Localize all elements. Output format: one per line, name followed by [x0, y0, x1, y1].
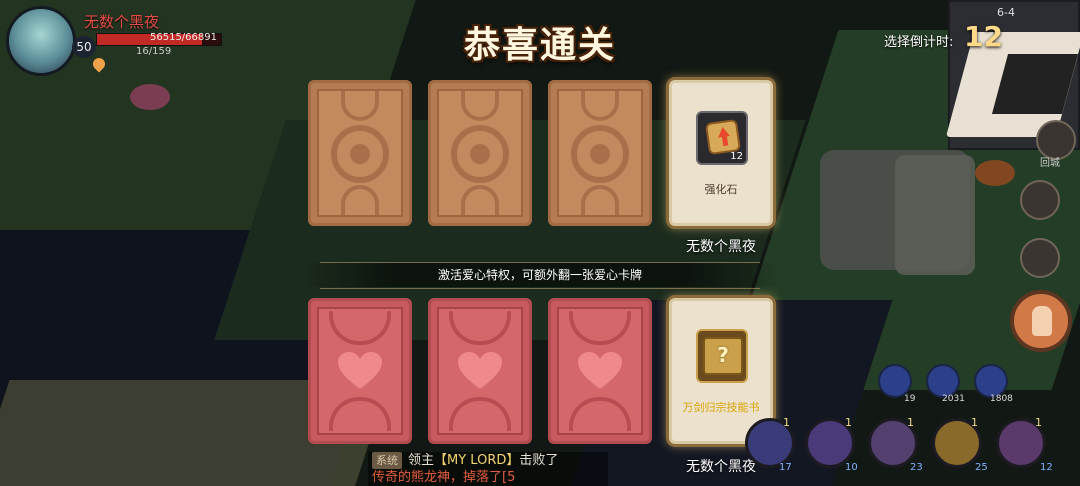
eye-icon: [451, 125, 509, 183]
skill-count: 10: [845, 462, 858, 473]
hand-icon: [1032, 306, 1052, 336]
flip-card-heart[interactable]: [548, 298, 652, 444]
enhance-stone-icon: [704, 118, 742, 156]
card-pattern: [569, 397, 631, 431]
potion-slot[interactable]: [926, 364, 960, 398]
revealed-card-normal[interactable]: 12 强化石: [669, 80, 773, 226]
chat-text: 击败了: [519, 453, 559, 468]
flip-card-heart[interactable]: [308, 298, 412, 444]
skill-level: 1: [783, 416, 790, 429]
flip-card-normal[interactable]: [548, 80, 652, 226]
return-town-label: 回城: [1040, 158, 1060, 169]
stage-label: 6-4: [997, 6, 1015, 19]
flip-card-heart[interactable]: [428, 298, 532, 444]
card-pattern: [341, 91, 379, 121]
potion-count: 1808: [990, 394, 1013, 404]
item-count: 12: [730, 151, 743, 162]
skill-book-icon: ?: [703, 337, 743, 375]
skill-level: 1: [971, 416, 978, 429]
skill-level: 1: [845, 416, 852, 429]
flip-card-normal[interactable]: [308, 80, 412, 226]
heart-icon: [458, 352, 502, 389]
bag-button[interactable]: [1020, 180, 1060, 220]
card-pattern: [461, 185, 499, 215]
heart-icon: [578, 352, 622, 389]
card-pattern: [449, 311, 511, 345]
skill-level: 1: [1035, 416, 1042, 429]
countdown-value: 12: [964, 20, 1003, 53]
card-pattern: [461, 91, 499, 121]
item-name: 强化石: [704, 183, 738, 196]
heart-privilege-banner: 激活爱心特权，可额外翻一张爱心卡牌: [300, 263, 780, 287]
attack-button[interactable]: [1010, 290, 1072, 352]
card-pattern: [581, 185, 619, 215]
skill-count: 25: [975, 462, 988, 473]
card-pattern: [569, 311, 631, 345]
skill-count: 12: [1040, 462, 1053, 473]
card-owner-label: 无数个黑夜: [686, 239, 756, 255]
skill-count: 23: [910, 462, 923, 473]
chat-text: 领主: [408, 453, 435, 468]
card-pattern: [329, 397, 391, 431]
eye-icon: [331, 125, 389, 183]
potion-slot[interactable]: [878, 364, 912, 398]
card-pattern: [341, 185, 379, 215]
reward-item-slot: 12: [696, 111, 748, 165]
reward-item-slot: ?: [696, 329, 748, 383]
skill-count: 17: [779, 462, 792, 473]
card-pattern: [329, 311, 391, 345]
chat-lord-name: 【MY LORD】: [434, 453, 520, 468]
chat-line: 系统 领主【MY LORD】击败了: [368, 452, 608, 469]
arrow-stem: [721, 135, 729, 147]
countdown-label: 选择倒计时:: [884, 35, 954, 50]
pet-button[interactable]: [1020, 238, 1060, 278]
chat-line: 传奇的熊龙神，掉落了[5: [372, 470, 516, 485]
potion-count: 2031: [942, 394, 965, 404]
heart-icon: [338, 352, 382, 389]
question-mark-glyph: ?: [717, 343, 729, 367]
potion-slot[interactable]: [974, 364, 1008, 398]
eye-icon: [571, 125, 629, 183]
card-pattern: [581, 91, 619, 121]
item-name: 万剑归宗技能书: [682, 401, 760, 414]
chat-tag: 系统: [372, 452, 402, 469]
divider: [320, 288, 760, 289]
system-chat[interactable]: 系统 领主【MY LORD】击败了 传奇的熊龙神，掉落了[5: [368, 452, 608, 486]
game-scene: [0, 0, 1080, 486]
overlay-dim: [0, 0, 1080, 486]
skill-level: 1: [907, 416, 914, 429]
card-pattern: [449, 397, 511, 431]
minimap-wall: [991, 54, 1079, 114]
flip-card-normal[interactable]: [428, 80, 532, 226]
potion-count: 19: [904, 394, 916, 404]
